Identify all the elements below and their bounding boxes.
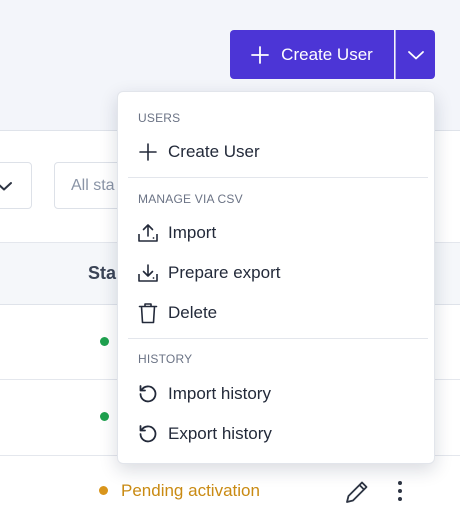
menu-section-users: USERS bbox=[138, 111, 181, 125]
plus-icon bbox=[251, 45, 270, 64]
status-dot-active bbox=[100, 337, 109, 346]
menu-item-export-history[interactable]: Export history bbox=[118, 415, 434, 453]
menu-item-label: Delete bbox=[168, 303, 218, 322]
more-vertical-icon[interactable] bbox=[390, 478, 410, 511]
status-filter-text: All sta bbox=[71, 177, 115, 194]
menu-divider bbox=[128, 177, 428, 178]
edit-icon[interactable] bbox=[343, 478, 371, 511]
users-page: All sta Sta Pending activation Create Us… bbox=[0, 0, 460, 517]
create-user-dropdown-toggle[interactable] bbox=[395, 30, 435, 79]
menu-item-prepare-export[interactable]: Prepare export bbox=[118, 254, 434, 292]
menu-item-delete[interactable]: Delete bbox=[118, 294, 434, 332]
history-icon bbox=[137, 423, 159, 445]
status-label-pending: Pending activation bbox=[121, 481, 260, 500]
menu-section-csv: MANAGE VIA CSV bbox=[138, 192, 243, 206]
menu-item-import-history[interactable]: Import history bbox=[118, 375, 434, 413]
menu-item-import[interactable]: Import bbox=[118, 214, 434, 252]
chevron-down-icon bbox=[407, 50, 424, 59]
menu-item-label: Import history bbox=[168, 384, 271, 403]
status-dot-active bbox=[100, 412, 109, 421]
menu-item-label: Import bbox=[168, 223, 217, 242]
column-header-status[interactable]: Sta bbox=[88, 263, 116, 284]
menu-item-label: Export history bbox=[168, 424, 272, 443]
menu-section-history: HISTORY bbox=[138, 352, 193, 366]
trash-icon bbox=[137, 302, 159, 324]
upload-icon bbox=[137, 222, 159, 244]
chevron-down-icon bbox=[0, 182, 12, 191]
create-user-button-label: Create User bbox=[281, 44, 373, 64]
history-icon bbox=[137, 383, 159, 405]
download-icon bbox=[137, 262, 159, 284]
status-dot-pending bbox=[99, 486, 108, 495]
create-user-button[interactable]: Create User bbox=[230, 30, 394, 79]
menu-item-label: Create User bbox=[168, 142, 260, 161]
menu-item-create-user[interactable]: Create User bbox=[118, 133, 434, 171]
plus-icon bbox=[137, 141, 159, 163]
menu-item-label: Prepare export bbox=[168, 263, 281, 282]
filter-select[interactable] bbox=[0, 162, 32, 209]
create-user-dropdown-menu: USERS Create User MANAGE VIA CSV Import bbox=[117, 91, 435, 464]
menu-divider bbox=[128, 338, 428, 339]
